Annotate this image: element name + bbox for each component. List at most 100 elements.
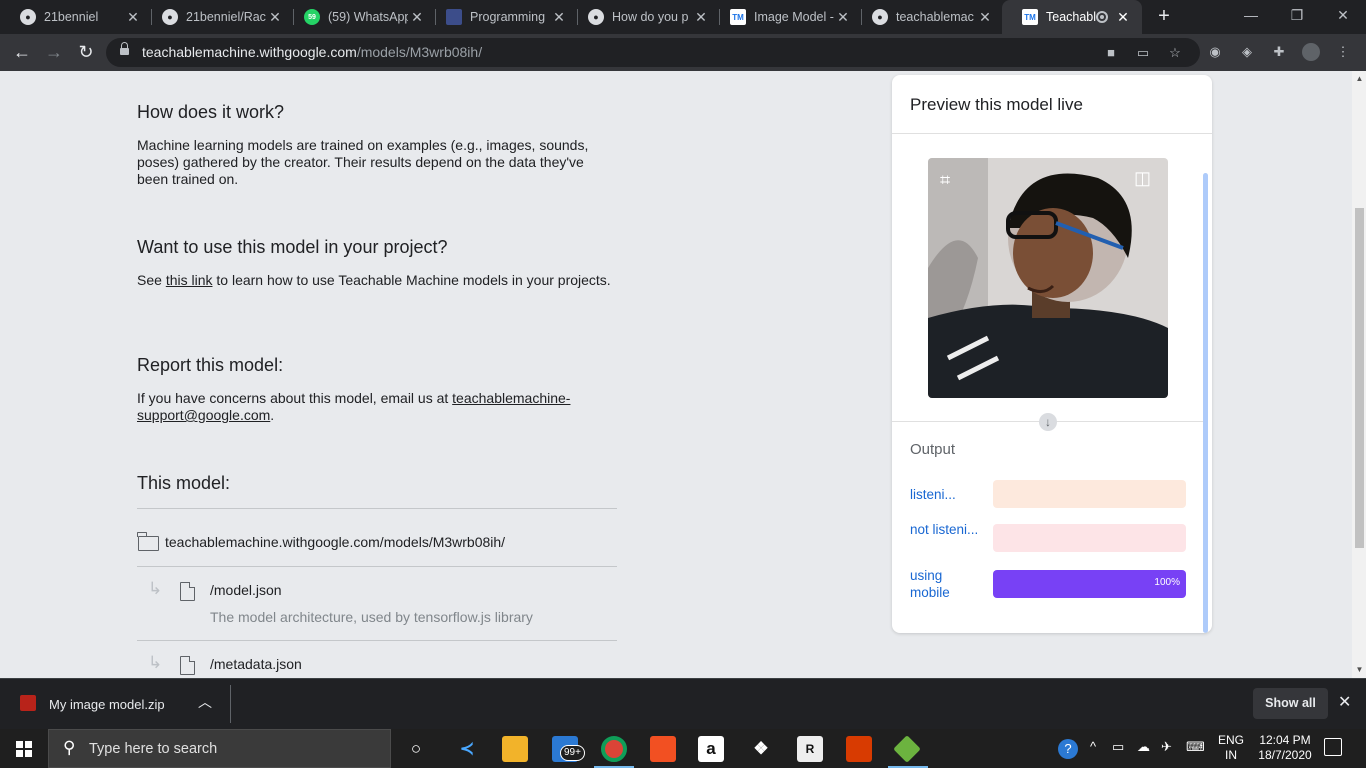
folder-icon (137, 532, 159, 551)
subdirectory-arrow-icon: ↳ (148, 653, 163, 672)
tab-strip: ● 21benniel ✕ ● 21benniel/Rac ✕ 59 (59) … (0, 0, 1366, 34)
model-heading: This model: (137, 473, 231, 493)
this-link[interactable]: this link (166, 272, 213, 288)
tab-21benniel[interactable]: ● 21benniel ✕ (0, 0, 152, 34)
profile-avatar[interactable] (1302, 43, 1320, 61)
crop-icon[interactable]: ⌗ (940, 170, 950, 191)
tab-title: teachablemac (896, 10, 974, 24)
close-window-button[interactable]: ✕ (1320, 0, 1366, 32)
tab-teachablemac[interactable]: ● teachablemac ✕ (852, 0, 1004, 34)
bookmark-star-icon[interactable]: ☆ (1166, 44, 1184, 62)
camera-icon[interactable]: ■ (1102, 44, 1120, 62)
close-icon[interactable]: ✕ (1338, 692, 1351, 712)
chrome-icon[interactable] (601, 736, 627, 762)
task-view-icon[interactable]: ○ (403, 736, 429, 762)
extensions-puzzle-icon[interactable]: ✚ (1270, 43, 1288, 61)
amazon-icon[interactable]: a (698, 736, 724, 762)
file-name[interactable]: /metadata.json (210, 656, 302, 672)
airplane-mode-icon[interactable]: ✈ (1161, 739, 1172, 755)
microsoft-store-icon[interactable] (650, 736, 676, 762)
tab-title: 21benniel (44, 10, 99, 24)
vscode-icon[interactable]: ≺ (454, 736, 480, 762)
class-label: not listeni... (910, 522, 979, 537)
close-icon[interactable]: ✕ (266, 9, 284, 26)
github-icon: ● (162, 9, 178, 25)
github-icon: ● (588, 9, 604, 25)
class-confidence-bar: 100% (993, 570, 1186, 598)
preview-title: Preview this model live (910, 95, 1083, 114)
forward-button[interactable]: → (40, 39, 68, 67)
keyboard-icon[interactable]: ⌨ (1186, 739, 1205, 755)
tab-programming[interactable]: Programming ✕ (426, 0, 578, 34)
page-content: How does it work? Machine learning model… (0, 71, 1352, 678)
scrollbar-thumb[interactable] (1355, 208, 1364, 548)
class-confidence-bar (993, 524, 1186, 552)
tab-image-model[interactable]: TM Image Model - ✕ (710, 0, 862, 34)
restore-button[interactable]: ❐ (1274, 0, 1320, 32)
teachable-machine-icon: TM (1022, 9, 1038, 25)
search-icon: ⚲ (63, 738, 76, 757)
chevron-up-icon[interactable]: ︿ (198, 692, 212, 712)
tab-teachable-active[interactable]: TM Teachable ✕ (1002, 0, 1142, 34)
download-filename[interactable]: My image model.zip (49, 697, 165, 712)
flip-camera-icon[interactable]: ◫ (1134, 168, 1151, 189)
close-icon[interactable]: ✕ (692, 9, 710, 26)
start-button[interactable] (0, 729, 48, 768)
close-icon[interactable]: ✕ (408, 9, 426, 26)
url-text: teachablemachine.withgoogle.com/models/M… (142, 44, 483, 60)
minimize-button[interactable]: — (1228, 0, 1274, 32)
close-icon[interactable]: ✕ (124, 9, 142, 26)
office-icon[interactable] (846, 736, 872, 762)
scroll-up-icon[interactable]: ▲ (1355, 74, 1364, 83)
back-button[interactable]: ← (8, 39, 36, 67)
report-text: If you have concerns about this model, e… (137, 390, 571, 423)
output-label: Output (910, 441, 956, 458)
battery-icon[interactable]: ▭ (1112, 739, 1124, 755)
programming-icon (446, 9, 462, 25)
file-explorer-icon[interactable] (502, 736, 528, 762)
onedrive-icon[interactable]: ☁ (1137, 739, 1150, 755)
language-indicator[interactable]: ENG IN (1218, 733, 1244, 763)
class-label: using mobile (910, 568, 950, 600)
file-name[interactable]: /model.json (210, 582, 282, 598)
clock[interactable]: 12:04 PM 18/7/2020 (1254, 733, 1316, 763)
tab-title: 21benniel/Rac (186, 10, 266, 24)
close-icon[interactable]: ✕ (976, 9, 994, 26)
cast-icon[interactable]: ▭ (1134, 44, 1152, 62)
model-url[interactable]: teachablemachine.withgoogle.com/models/M… (165, 534, 505, 550)
mail-badge: 99+ (560, 745, 585, 761)
arrow-down-icon[interactable]: ↓ (1039, 413, 1057, 431)
extension-cube-icon[interactable]: ◈ (1238, 43, 1256, 61)
tab-title: How do you p (612, 10, 689, 24)
tab-how-do-you[interactable]: ● How do you p ✕ (568, 0, 720, 34)
reload-button[interactable]: ↻ (72, 39, 100, 67)
github-icon: ● (872, 9, 888, 25)
recording-icon (1096, 11, 1108, 23)
app-icon[interactable]: R (797, 736, 823, 762)
subdirectory-arrow-icon: ↳ (148, 579, 163, 598)
tab-21benniel-rac[interactable]: ● 21benniel/Rac ✕ (142, 0, 294, 34)
teachable-machine-icon: TM (730, 9, 746, 25)
close-icon[interactable]: ✕ (1114, 9, 1132, 26)
scroll-down-icon[interactable]: ▼ (1355, 665, 1364, 674)
extension-icon[interactable]: ◉ (1206, 43, 1224, 61)
chevron-up-icon[interactable]: ^ (1090, 739, 1096, 754)
card-scrollbar[interactable] (1203, 173, 1208, 633)
zip-archive-icon (20, 695, 36, 711)
close-icon[interactable]: ✕ (550, 9, 568, 26)
notifications-icon[interactable] (1324, 738, 1342, 756)
taskbar-search[interactable]: ⚲ Type here to search (48, 729, 391, 768)
page-scrollbar[interactable]: ▲ ▼ (1352, 71, 1366, 678)
address-bar[interactable]: teachablemachine.withgoogle.com/models/M… (106, 38, 1200, 67)
file-icon (180, 656, 195, 675)
show-all-button[interactable]: Show all (1253, 688, 1328, 719)
dropbox-icon[interactable]: ❖ (748, 736, 774, 762)
help-icon[interactable]: ? (1058, 739, 1078, 759)
tab-whatsapp[interactable]: 59 (59) WhatsApp ✕ (284, 0, 436, 34)
search-placeholder: Type here to search (89, 741, 218, 757)
close-icon[interactable]: ✕ (834, 9, 852, 26)
use-heading: Want to use this model in your project? (137, 237, 448, 257)
menu-icon[interactable]: ⋮ (1334, 43, 1352, 61)
gitkraken-icon[interactable] (893, 735, 921, 763)
new-tab-button[interactable]: + (1152, 5, 1176, 29)
